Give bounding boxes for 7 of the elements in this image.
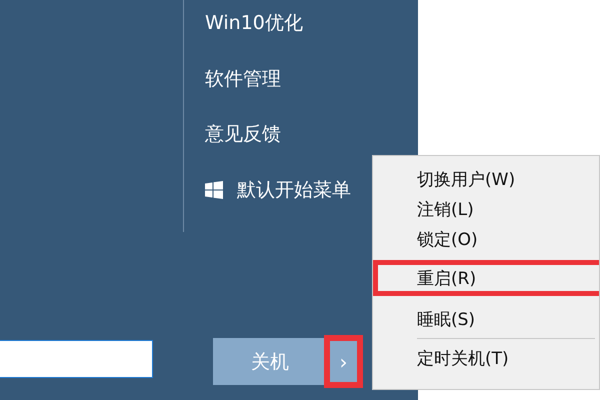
menu-item[interactable]: 睡眠(S) [373, 304, 599, 334]
menu-item[interactable]: 软件管理 [184, 66, 418, 121]
menu-item[interactable]: 重启(R) [373, 260, 599, 296]
menu-item[interactable]: Win10优化 [184, 10, 418, 66]
menu-item[interactable]: 定时关机(T) [373, 343, 599, 373]
windows-logo-icon [205, 180, 223, 198]
search-field[interactable] [0, 340, 153, 378]
